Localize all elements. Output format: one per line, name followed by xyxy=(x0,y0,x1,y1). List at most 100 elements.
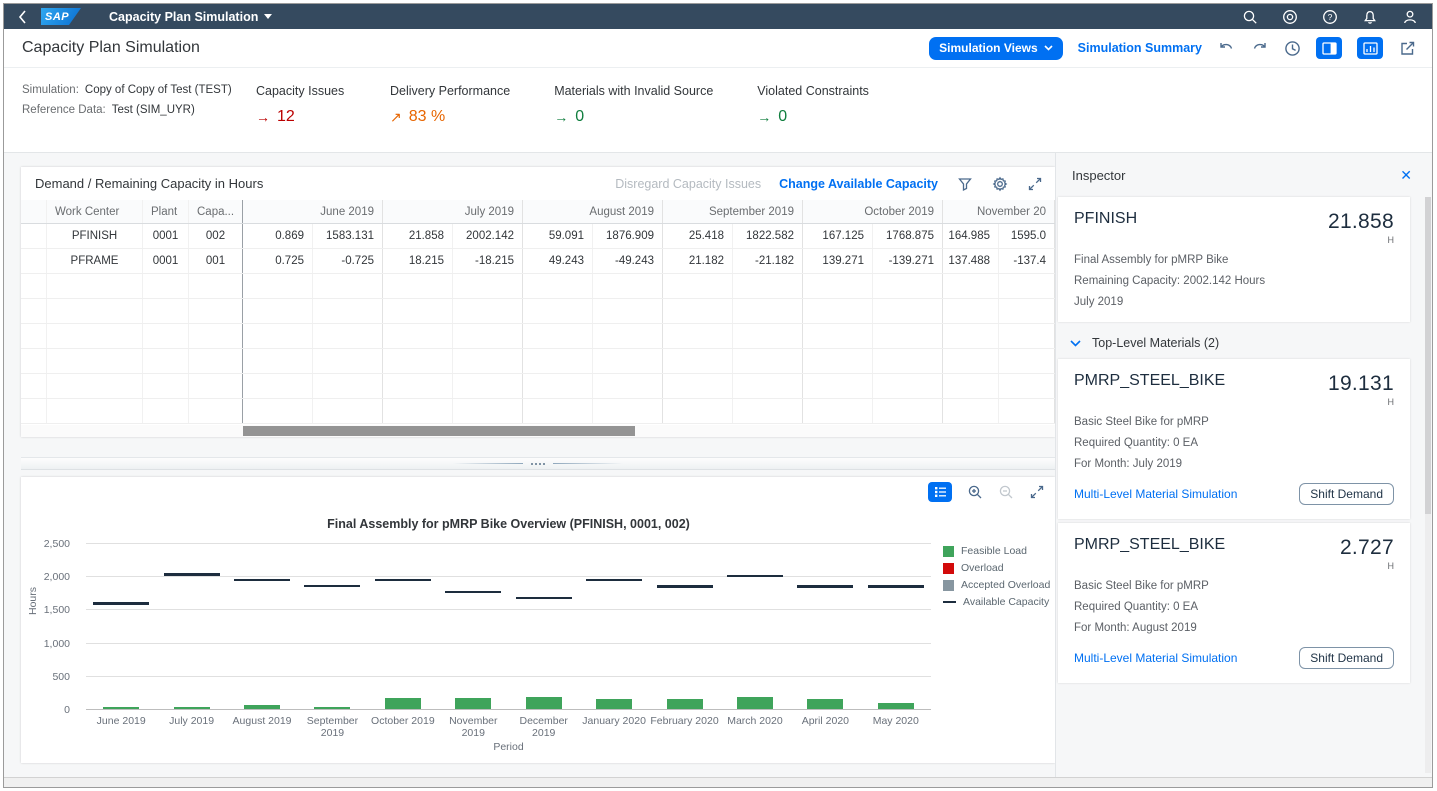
table-value-cell[interactable]: 1822.582 xyxy=(733,224,803,248)
search-icon[interactable] xyxy=(1242,9,1258,25)
table-value-cell[interactable]: 1583.131 xyxy=(313,224,383,248)
table-value-cell[interactable]: 2002.142 xyxy=(453,224,523,248)
month-column-header[interactable]: August 2019 xyxy=(523,200,663,223)
available-capacity-line[interactable] xyxy=(516,597,572,600)
chart-bar-feasible-load[interactable] xyxy=(103,707,139,709)
chart-bar-feasible-load[interactable] xyxy=(244,705,280,709)
table-value-cell[interactable]: -21.182 xyxy=(733,249,803,273)
available-capacity-line[interactable] xyxy=(586,579,642,582)
work-center-card[interactable]: PFINISH 21.858 H Final Assembly for pMRP… xyxy=(1058,197,1410,322)
available-capacity-line[interactable] xyxy=(868,585,924,588)
zoom-in-icon[interactable] xyxy=(966,484,983,501)
table-value-cell[interactable]: 21.182 xyxy=(663,249,733,273)
table-cell[interactable]: PFINISH xyxy=(47,224,143,248)
row-selector-cell[interactable] xyxy=(21,249,47,273)
top-level-materials-section-toggle[interactable]: Top-Level Materials (2) xyxy=(1056,326,1433,359)
chart-fullscreen-icon[interactable] xyxy=(1028,484,1045,501)
month-column-header[interactable]: September 2019 xyxy=(663,200,803,223)
month-column-header[interactable]: June 2019 xyxy=(243,200,383,223)
material-card[interactable]: PMRP_STEEL_BIKE 2.727 H Basic Steel Bike… xyxy=(1058,523,1410,683)
horizontal-scrollbar-thumb[interactable] xyxy=(243,426,635,436)
material-card[interactable]: PMRP_STEEL_BIKE 19.131 H Basic Steel Bik… xyxy=(1058,359,1410,519)
available-capacity-line[interactable] xyxy=(304,585,360,588)
table-value-cell[interactable]: 1768.875 xyxy=(873,224,943,248)
kpi-capacity-issues[interactable]: Capacity Issues → 12 xyxy=(256,84,346,152)
multi-level-material-simulation-link[interactable]: Multi-Level Material Simulation xyxy=(1074,487,1237,501)
table-value-cell[interactable]: 25.418 xyxy=(663,224,733,248)
available-capacity-line[interactable] xyxy=(93,602,149,605)
kpi-delivery-performance[interactable]: Delivery Performance ↗ 83 % xyxy=(390,84,510,152)
table-row[interactable]: PFINISH00010020.8691583.13121.8582002.14… xyxy=(21,224,1055,249)
table-value-cell[interactable]: 18.215 xyxy=(383,249,453,273)
chart-bar-feasible-load[interactable] xyxy=(526,697,562,709)
available-capacity-line[interactable] xyxy=(164,573,220,576)
vertical-scrollbar-thumb[interactable] xyxy=(1425,197,1431,514)
chart-bar-feasible-load[interactable] xyxy=(385,698,421,709)
chart-bar-feasible-load[interactable] xyxy=(667,699,703,709)
month-column-header[interactable]: July 2019 xyxy=(383,200,523,223)
app-title-menu[interactable]: Capacity Plan Simulation xyxy=(109,10,272,24)
chart-bar-feasible-load[interactable] xyxy=(596,699,632,709)
toggle-inspector-panel-button[interactable] xyxy=(1316,37,1342,59)
help-icon[interactable]: ? xyxy=(1322,9,1338,25)
simulation-summary-button[interactable]: Simulation Summary xyxy=(1078,41,1202,55)
table-value-cell[interactable]: -137.4 xyxy=(999,249,1055,273)
table-value-cell[interactable]: 139.271 xyxy=(803,249,873,273)
horizontal-scrollbar[interactable] xyxy=(21,425,1055,437)
chart-bar-feasible-load[interactable] xyxy=(737,697,773,709)
shift-demand-button[interactable]: Shift Demand xyxy=(1299,647,1394,669)
table-cell[interactable]: 002 xyxy=(189,224,243,248)
chart-bar-feasible-load[interactable] xyxy=(807,699,843,709)
notifications-bell-icon[interactable] xyxy=(1362,9,1378,25)
available-capacity-line[interactable] xyxy=(727,575,783,578)
table-value-cell[interactable]: 49.243 xyxy=(523,249,593,273)
table-cell[interactable]: PFRAME xyxy=(47,249,143,273)
table-value-cell[interactable]: 0.869 xyxy=(243,224,313,248)
change-available-capacity-button[interactable]: Change Available Capacity xyxy=(779,177,938,191)
copilot-icon[interactable] xyxy=(1282,9,1298,25)
history-clock-icon[interactable] xyxy=(1283,39,1301,57)
table-value-cell[interactable]: 167.125 xyxy=(803,224,873,248)
vertical-scrollbar[interactable] xyxy=(1425,197,1431,773)
table-value-cell[interactable]: 1876.909 xyxy=(593,224,663,248)
table-value-cell[interactable]: -139.271 xyxy=(873,249,943,273)
column-header[interactable]: Work Center xyxy=(47,200,143,223)
table-value-cell[interactable]: 164.985 xyxy=(943,224,999,248)
table-value-cell[interactable]: 59.091 xyxy=(523,224,593,248)
chart-bar-feasible-load[interactable] xyxy=(174,707,210,709)
kpi-materials-invalid-source[interactable]: Materials with Invalid Source → 0 xyxy=(554,84,713,152)
table-value-cell[interactable]: 21.858 xyxy=(383,224,453,248)
table-cell[interactable]: 0001 xyxy=(143,224,189,248)
legend-item[interactable]: Accepted Overload xyxy=(943,579,1050,591)
table-value-cell[interactable]: 1595.0 xyxy=(999,224,1055,248)
row-selector-cell[interactable] xyxy=(21,224,47,248)
settings-gear-icon[interactable] xyxy=(991,175,1008,192)
filter-icon[interactable] xyxy=(956,175,973,192)
chart-bar-feasible-load[interactable] xyxy=(455,698,491,709)
legend-item[interactable]: Overload xyxy=(943,562,1050,574)
available-capacity-line[interactable] xyxy=(445,591,501,594)
simulation-views-button[interactable]: Simulation Views xyxy=(929,37,1062,60)
table-value-cell[interactable]: 137.488 xyxy=(943,249,999,273)
legend-item[interactable]: Feasible Load xyxy=(943,545,1050,557)
table-value-cell[interactable]: -18.215 xyxy=(453,249,523,273)
month-column-header[interactable]: November 20 xyxy=(943,200,1055,223)
shift-demand-button[interactable]: Shift Demand xyxy=(1299,483,1394,505)
user-avatar-icon[interactable] xyxy=(1402,9,1418,25)
back-icon[interactable] xyxy=(18,10,27,24)
available-capacity-line[interactable] xyxy=(234,579,290,582)
table-value-cell[interactable]: -49.243 xyxy=(593,249,663,273)
table-row[interactable]: PFRAME00010010.725-0.72518.215-18.21549.… xyxy=(21,249,1055,274)
available-capacity-line[interactable] xyxy=(657,585,713,588)
table-value-cell[interactable]: 0.725 xyxy=(243,249,313,273)
column-header[interactable]: Capa... xyxy=(189,200,243,223)
column-header[interactable]: Plant xyxy=(143,200,189,223)
table-value-cell[interactable]: -0.725 xyxy=(313,249,383,273)
legend-item[interactable]: Available Capacity xyxy=(943,596,1050,608)
table-cell[interactable]: 0001 xyxy=(143,249,189,273)
chart-bar-feasible-load[interactable] xyxy=(314,707,350,709)
multi-level-material-simulation-link[interactable]: Multi-Level Material Simulation xyxy=(1074,651,1237,665)
available-capacity-line[interactable] xyxy=(797,585,853,588)
redo-icon[interactable] xyxy=(1250,39,1268,57)
close-icon[interactable]: ✕ xyxy=(1400,167,1412,184)
